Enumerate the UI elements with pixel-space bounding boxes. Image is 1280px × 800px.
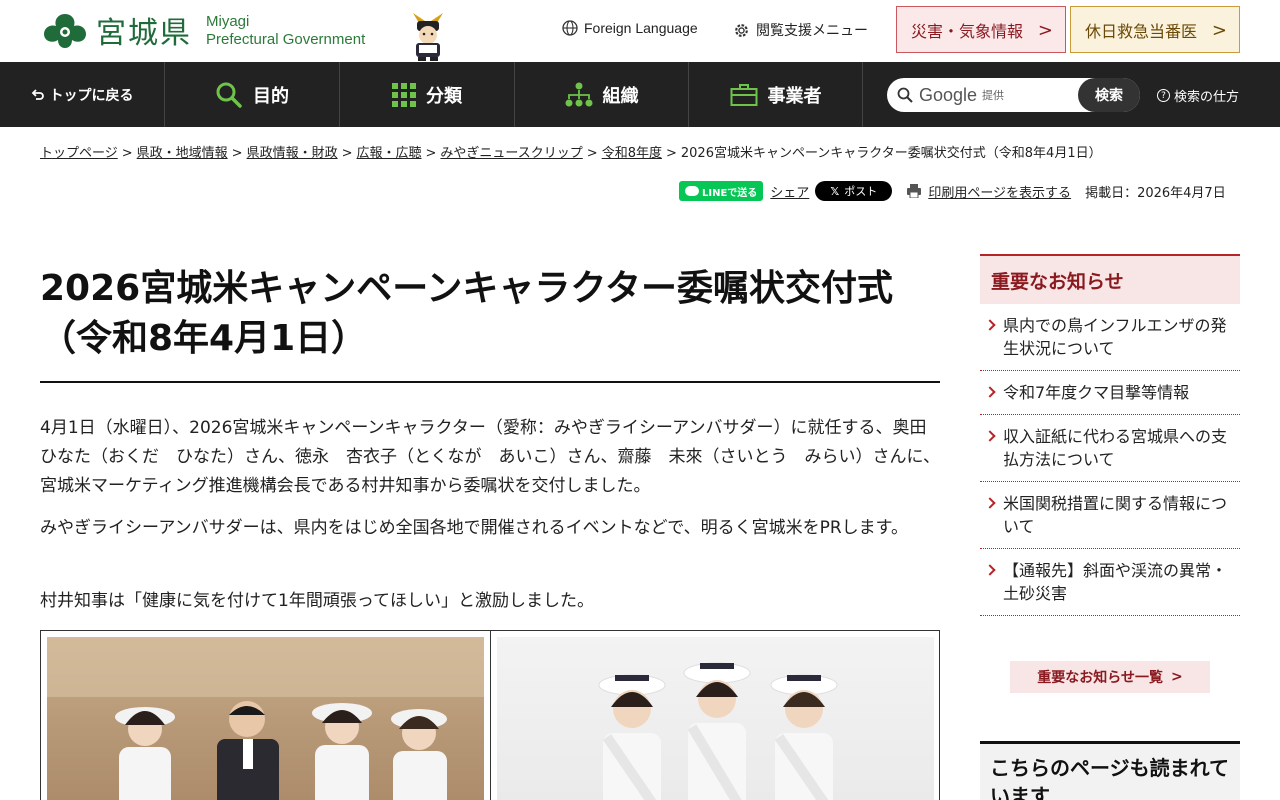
line-logo-icon xyxy=(685,186,699,196)
ambassadors-photo xyxy=(497,637,934,800)
notices-heading: 重要なお知らせ xyxy=(980,254,1240,304)
briefcase-icon xyxy=(730,83,757,106)
breadcrumb-link[interactable]: 令和8年度 xyxy=(602,146,662,161)
holiday-emergency-button[interactable]: 休日救急当番医 > xyxy=(1070,6,1240,53)
print-page-link[interactable]: 印刷用ページを表示する xyxy=(906,182,1071,201)
nav-category[interactable]: 分類 xyxy=(340,62,515,127)
all-notices-button[interactable]: 重要なお知らせ一覧 > xyxy=(1010,661,1210,693)
site-logo[interactable]: 宮城県 xyxy=(40,10,192,51)
return-arrow-icon xyxy=(31,88,44,100)
globe-icon xyxy=(562,20,578,36)
search-icon xyxy=(897,87,913,103)
magnifier-icon xyxy=(216,82,242,108)
logo-text-en: Miyagi Prefectural Government xyxy=(206,13,366,48)
nav-business[interactable]: 事業者 xyxy=(689,62,863,127)
printer-icon xyxy=(907,184,922,198)
article-paragraph: 村井知事は「健康に気を付けて1年間頑張ってほしい」と激励しました。 xyxy=(40,591,594,611)
grid-icon xyxy=(392,82,416,107)
page-title: 2026宮城米キャンペーンキャラクター委嘱状交付式（令和8年4月1日） xyxy=(40,268,893,359)
article-paragraph: みやぎライシーアンバサダーは、県内をはじめ全国各地で開催されるイベントなどで、明… xyxy=(40,518,908,538)
mascot-character-icon xyxy=(413,13,443,61)
site-search[interactable]: Google 提供 検索 xyxy=(887,78,1140,112)
nav-purpose[interactable]: 目的 xyxy=(165,62,340,127)
nav-organization[interactable]: 組織 xyxy=(515,62,689,127)
notice-item[interactable]: 収入証紙に代わる宮城県への支払方法について xyxy=(980,415,1240,482)
site-header: 宮城県 Miyagi Prefectural Government Foreig… xyxy=(0,0,1280,62)
article-paragraph: 4月1日（水曜日）、2026宮城米キャンペーンキャラクター（愛称：みやぎライシー… xyxy=(40,418,944,496)
ambassadors-photo-figures xyxy=(598,662,838,800)
google-brand: Google xyxy=(919,84,978,105)
facebook-share-link[interactable]: シェア xyxy=(770,182,809,201)
share-bar: LINEで送る シェア 𝕏 ポスト 印刷用ページを表示する 掲載日：2026年4… xyxy=(679,181,1226,201)
search-help-link[interactable]: ? 検索の仕方 xyxy=(1157,86,1239,105)
photo-cell xyxy=(490,631,940,800)
x-logo-icon: 𝕏 xyxy=(830,184,840,198)
disaster-weather-button[interactable]: 災害・気象情報 > xyxy=(896,6,1066,53)
org-chart-icon xyxy=(565,82,592,106)
breadcrumb-link[interactable]: 県政・地域情報 xyxy=(137,146,228,161)
google-brand-sub: 提供 xyxy=(982,89,1005,102)
x-post-button[interactable]: 𝕏 ポスト xyxy=(815,181,893,201)
posted-date: 掲載日：2026年4月7日 xyxy=(1085,185,1226,201)
notice-item[interactable]: 令和7年度クマ目撃等情報 xyxy=(980,371,1240,415)
question-icon: ? xyxy=(1157,89,1170,102)
photo-cell xyxy=(41,631,490,800)
accessibility-menu-button[interactable]: 閲覧支援メニュー xyxy=(733,20,868,40)
ceremony-photo xyxy=(47,637,484,800)
important-notices: 重要なお知らせ 県内での鳥インフルエンザの発生状況について 令和7年度クマ目撃等… xyxy=(980,254,1240,616)
notice-item[interactable]: 米国関税措置に関する情報について xyxy=(980,482,1240,549)
ceremony-photo-figures xyxy=(47,637,484,800)
breadcrumb-link[interactable]: 広報・広聴 xyxy=(357,146,422,161)
notice-item[interactable]: 県内での鳥インフルエンザの発生状況について xyxy=(980,304,1240,371)
photo-table xyxy=(40,630,940,800)
breadcrumb-current: 2026宮城米キャンペーンキャラクター委嘱状交付式（令和8年4月1日） xyxy=(680,146,1102,161)
breadcrumb-link[interactable]: みやぎニュースクリップ xyxy=(440,146,582,161)
chevron-right-icon: > xyxy=(1037,20,1053,41)
notice-item[interactable]: 【通報先】斜面や渓流の異常・土砂災害 xyxy=(980,549,1240,616)
back-to-top-link[interactable]: トップに戻る xyxy=(0,62,165,127)
breadcrumb-link[interactable]: 県政情報・財政 xyxy=(247,146,338,161)
prefecture-emblem-icon xyxy=(44,14,86,48)
breadcrumb-link[interactable]: トップページ xyxy=(40,146,118,161)
logo-text-ja: 宮城県 xyxy=(96,16,192,51)
gear-icon xyxy=(735,23,748,37)
foreign-language-link[interactable]: Foreign Language xyxy=(562,20,698,36)
chevron-right-icon: > xyxy=(1211,20,1227,41)
chevron-right-icon: > xyxy=(1171,669,1183,685)
search-button[interactable]: 検索 xyxy=(1078,78,1140,112)
also-read-heading: こちらのページも読まれています xyxy=(980,741,1240,800)
title-divider xyxy=(40,381,940,383)
breadcrumb: トップページ > 県政・地域情報 > 県政情報・財政 > 広報・広聴 > みやぎニュースクリップ… xyxy=(40,146,1102,161)
line-share-button[interactable]: LINEで送る xyxy=(679,181,764,201)
